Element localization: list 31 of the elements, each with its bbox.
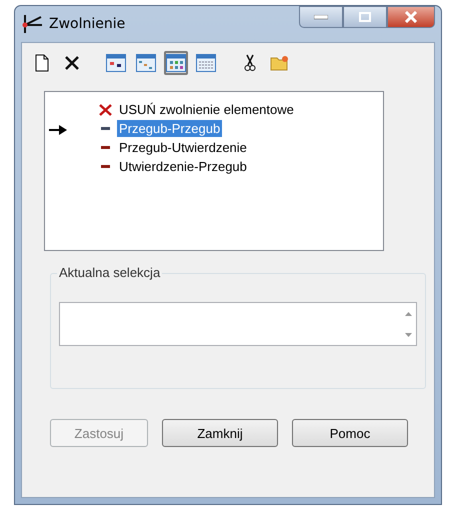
list-item[interactable]: USUŃ zwolnienie elementowe bbox=[117, 101, 296, 118]
new-document-icon bbox=[35, 54, 49, 72]
close-dialog-button[interactable]: Zamknij bbox=[162, 419, 278, 447]
table-view-icon bbox=[196, 54, 216, 72]
minimize-button[interactable] bbox=[299, 6, 343, 28]
list-item[interactable]: Przegub-Utwierdzenie bbox=[117, 139, 249, 156]
cross-icon bbox=[98, 104, 112, 116]
list-item[interactable]: Utwierdzenie-Przegub bbox=[117, 158, 249, 175]
selection-field[interactable] bbox=[59, 302, 417, 346]
close-button[interactable] bbox=[387, 6, 435, 28]
minimize-icon bbox=[314, 14, 328, 20]
help-button[interactable]: Pomoc bbox=[292, 419, 408, 447]
table-view-button[interactable] bbox=[194, 51, 218, 75]
window-title: Zwolnienie bbox=[49, 16, 126, 32]
up-arrow-icon[interactable] bbox=[404, 312, 412, 316]
view-button[interactable] bbox=[104, 51, 128, 75]
view-icon bbox=[136, 54, 156, 72]
grid-view-button[interactable] bbox=[164, 51, 188, 75]
release-list[interactable]: USUŃ zwolnienie elementowe Przegub-Przegub Przegub-Utwierdzenie Utwierdzenie-Przegub bbox=[44, 91, 384, 251]
app-icon bbox=[21, 14, 43, 34]
down-arrow-icon[interactable] bbox=[404, 332, 412, 336]
close-icon bbox=[404, 11, 418, 23]
grid-view-icon bbox=[166, 54, 186, 72]
maximize-button[interactable] bbox=[343, 6, 387, 28]
delete-icon bbox=[64, 55, 80, 71]
maximize-icon bbox=[359, 12, 371, 22]
folder-icon bbox=[270, 55, 290, 71]
view-icon bbox=[106, 54, 126, 72]
group-title: Aktualna selekcja bbox=[57, 265, 162, 280]
list-item[interactable]: Przegub-Przegub bbox=[117, 120, 222, 137]
scissors-icon bbox=[244, 54, 256, 72]
